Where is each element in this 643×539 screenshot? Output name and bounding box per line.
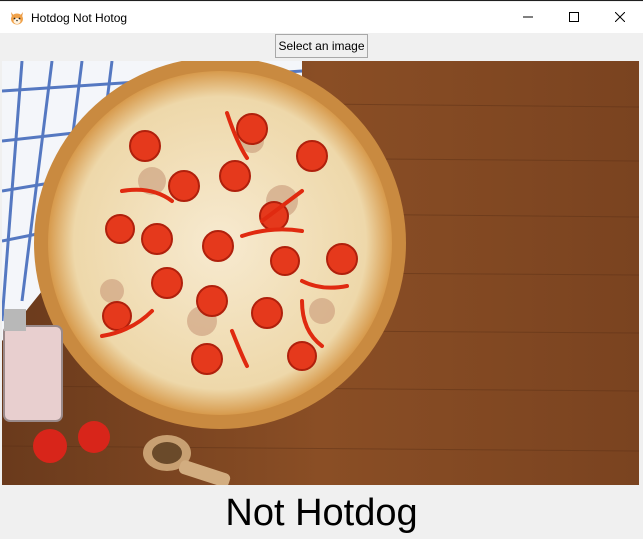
select-image-button[interactable]: Select an image (275, 34, 368, 58)
app-window: Hotdog Not Hotog Select an image Not Hot… (0, 0, 643, 538)
close-button[interactable] (597, 2, 643, 33)
minimize-icon (523, 9, 533, 27)
window-title: Hotdog Not Hotog (31, 11, 128, 25)
pizza-photo (2, 61, 639, 485)
maximize-icon (569, 9, 579, 27)
title-bar[interactable]: Hotdog Not Hotog (0, 2, 643, 33)
maximize-button[interactable] (551, 2, 597, 33)
shiba-dog-icon (9, 10, 25, 26)
prediction-result: Not Hotdog (225, 492, 418, 534)
minimize-button[interactable] (505, 2, 551, 33)
close-icon (614, 9, 626, 27)
